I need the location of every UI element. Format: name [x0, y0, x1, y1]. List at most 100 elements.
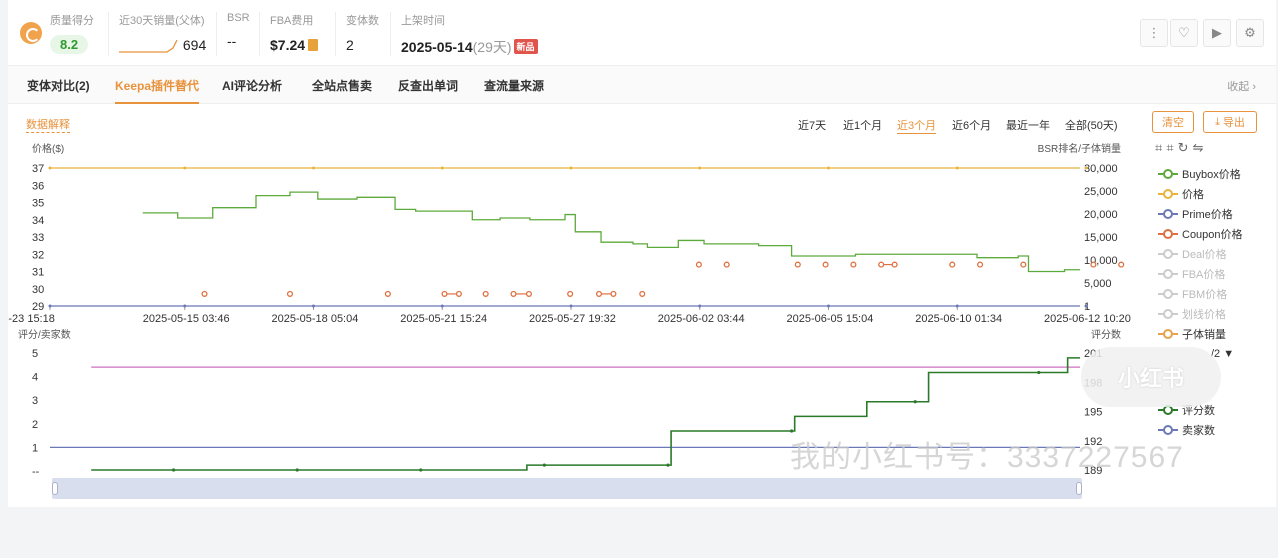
fee-detail-icon[interactable]: [308, 39, 319, 51]
legend-item-price-8[interactable]: 子体销量: [1158, 324, 1243, 344]
new-product-badge: 新品: [513, 39, 538, 54]
legend-label: Coupon价格: [1182, 229, 1243, 241]
coupon-point: [384, 290, 391, 297]
slider-left-handle[interactable]: [52, 482, 58, 495]
series-point: [183, 304, 187, 308]
series-point: [827, 304, 830, 308]
sales-30-days: 近30天销量(父体) 694: [108, 12, 206, 56]
settings-gear-icon[interactable]: ⚙: [1236, 19, 1264, 47]
series-point: [955, 166, 959, 170]
rating-tick-label: 4: [32, 372, 38, 384]
price-tick-label: 34: [32, 215, 44, 227]
range-3m[interactable]: 近3个月: [897, 117, 937, 134]
series-point: [698, 166, 702, 170]
tab-keepa[interactable]: Keepa插件替代: [115, 77, 200, 104]
series-line-Buybox价格: [142, 191, 1080, 273]
fba-fee-stat: FBA费用 $7.24: [259, 12, 319, 56]
brand-logo-icon: [20, 22, 42, 44]
swap-icon[interactable]: ⇋: [1193, 140, 1208, 155]
tab-traffic-source[interactable]: 查流量来源: [484, 77, 544, 94]
refresh-icon[interactable]: ↻: [1178, 140, 1193, 155]
collapse-toggle[interactable]: 收起 ›: [1227, 78, 1256, 94]
tab-reverse-keywords[interactable]: 反查出单词: [398, 77, 458, 94]
legend-marker-icon: [1158, 229, 1178, 239]
date-tick-label: 2025-06-10 01:34: [915, 313, 1002, 325]
legend-label: FBM价格: [1182, 289, 1228, 301]
coupon-point: [1020, 261, 1027, 268]
legend-label: 卖家数: [1182, 425, 1215, 437]
legend-item-price-2[interactable]: Prime价格: [1158, 204, 1243, 224]
legend-marker-icon: [1158, 269, 1178, 279]
coupon-point: [977, 261, 984, 268]
range-1y[interactable]: 最近一年: [1006, 117, 1050, 133]
legend-label: 子体销量: [1182, 329, 1226, 341]
date-tick-label: 2025-06-02 03:44: [658, 313, 745, 325]
favorite-heart-icon[interactable]: ♡: [1170, 19, 1198, 47]
legend-item-price-6[interactable]: FBM价格: [1158, 284, 1243, 304]
date-tick-label: 2025-06-05 15:04: [787, 313, 874, 325]
export-button[interactable]: ⤓ 导出: [1203, 111, 1257, 133]
legend-item-price-4[interactable]: Deal价格: [1158, 244, 1243, 264]
range-6m[interactable]: 近6个月: [952, 117, 991, 133]
price-tick-label: 35: [32, 198, 44, 210]
date-tick-label: 2025-05-18 05:04: [272, 313, 359, 325]
slider-right-handle[interactable]: [1076, 482, 1082, 495]
price-tick-label: 33: [32, 232, 44, 244]
stats-bar: 质量得分 8.2 近30天销量(父体) 694 BSR -- FBA费用 $7.…: [8, 0, 1276, 66]
bsr-tick-label: 5,000: [1084, 278, 1112, 290]
legend-item-price-5[interactable]: FBA价格: [1158, 264, 1243, 284]
quality-score: 质量得分 8.2: [50, 15, 94, 54]
date-tick-label: 2025-05-27 19:32: [529, 313, 616, 325]
more-options-icon[interactable]: ⋮: [1140, 19, 1168, 47]
sales-30-value: 694: [182, 37, 207, 53]
review-count-axis-label: 评分数: [1091, 328, 1121, 341]
series-point: [569, 166, 573, 170]
review-count-point: [419, 468, 423, 472]
coupon-point: [878, 261, 885, 268]
price-tick-label: 36: [32, 180, 44, 192]
legend-item-price-7[interactable]: 划线价格: [1158, 304, 1243, 324]
coupon-point: [286, 290, 294, 297]
coupon-point: [510, 290, 517, 297]
crop-reset-icon[interactable]: ⌗: [1166, 140, 1177, 155]
coupon-point: [525, 290, 532, 297]
price-legend: Buybox价格 价格 Prime价格 Coupon价格 Deal价格 FBA价格 FBM价…: [1158, 164, 1243, 344]
review-count-point: [542, 463, 547, 467]
crop-icon[interactable]: ⌗: [1155, 140, 1166, 155]
tab-ai-review[interactable]: AI评论分析: [222, 77, 282, 94]
time-range-slider[interactable]: [52, 478, 1082, 499]
coupon-point: [822, 261, 829, 268]
series-point: [183, 166, 187, 170]
clear-button[interactable]: 清空: [1152, 111, 1194, 133]
review-count-point: [666, 463, 670, 467]
range-all[interactable]: 全部(50天): [1065, 117, 1118, 133]
range-7d[interactable]: 近7天: [798, 117, 826, 133]
coupon-point: [850, 261, 857, 268]
series-point: [48, 166, 52, 170]
quality-score-badge: 8.2: [50, 35, 89, 54]
coupon-point: [567, 290, 574, 297]
bsr-tick-label: 10,000: [1084, 255, 1118, 267]
legend-item-price-0[interactable]: Buybox价格: [1158, 164, 1243, 184]
legend-item-price-1[interactable]: 价格: [1158, 184, 1243, 204]
tab-all-sites[interactable]: 全站点售卖: [312, 77, 372, 94]
data-explanation-link[interactable]: 数据解释: [26, 116, 70, 133]
coupon-point: [1118, 261, 1125, 268]
rating-tick-label: 3: [32, 395, 38, 407]
series-point: [698, 304, 702, 308]
legend-label: Deal价格: [1182, 249, 1227, 261]
coupon-point: [723, 261, 730, 268]
coupon-point: [455, 290, 462, 297]
legend-marker-icon: [1158, 289, 1178, 299]
legend-marker-icon: [1158, 209, 1178, 219]
series-point: [827, 166, 830, 170]
video-play-icon[interactable]: ▶: [1203, 19, 1231, 47]
tab-variant-compare[interactable]: 变体对比(2): [27, 77, 90, 94]
price-axis-label: 价格($): [32, 142, 64, 155]
range-1m[interactable]: 近1个月: [843, 117, 882, 133]
legend-item-price-3[interactable]: Coupon价格: [1158, 224, 1243, 244]
series-point: [312, 304, 315, 308]
review-count-point: [295, 468, 299, 472]
coupon-point: [949, 261, 956, 268]
price-tick-label: 30: [32, 284, 44, 296]
